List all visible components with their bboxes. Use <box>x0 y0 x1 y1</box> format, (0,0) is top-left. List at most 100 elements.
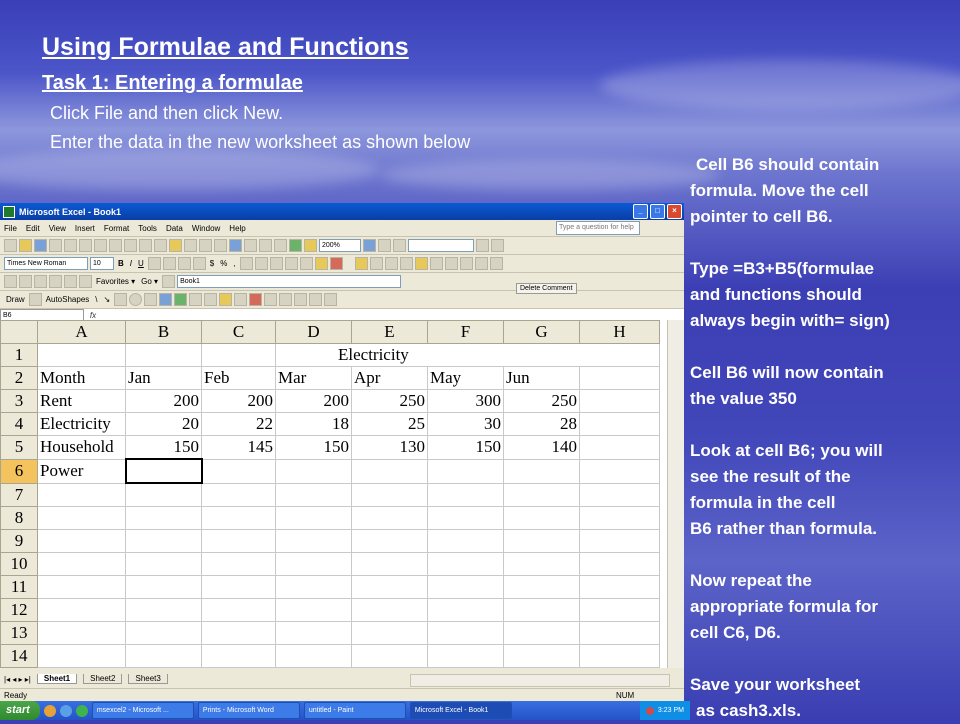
cell-h15[interactable] <box>579 667 660 668</box>
cell-d4[interactable]: 18 <box>275 412 352 436</box>
font-name-select[interactable]: Times New Roman <box>4 257 88 270</box>
cell-a4[interactable]: Electricity <box>37 412 126 436</box>
help-icon[interactable] <box>363 239 376 252</box>
show-web-toolbar-icon[interactable] <box>162 275 176 288</box>
cell-e4[interactable]: 25 <box>351 412 428 436</box>
cell-a3[interactable]: Rent <box>37 389 126 413</box>
stop-icon[interactable] <box>34 275 47 288</box>
show-all-comments-icon[interactable] <box>414 257 428 270</box>
cell-e8[interactable] <box>351 506 428 530</box>
cell-a7[interactable] <box>37 482 126 507</box>
cell-c12[interactable] <box>201 598 276 622</box>
menu-item-help[interactable]: Help <box>229 224 245 233</box>
cell-c5[interactable]: 145 <box>201 435 276 460</box>
cell-c4[interactable]: 22 <box>201 412 276 436</box>
row-header[interactable]: 5 <box>0 435 38 460</box>
cell-g14[interactable] <box>503 644 580 668</box>
row-header[interactable]: 4 <box>0 412 38 436</box>
column-header-e[interactable]: E <box>351 320 428 344</box>
line-color-draw-icon[interactable] <box>234 293 248 306</box>
close-icon[interactable]: × <box>667 204 682 219</box>
cell-c14[interactable] <box>201 644 276 668</box>
arrow-style-icon[interactable] <box>294 293 308 306</box>
start-button[interactable]: start <box>0 701 40 720</box>
dash-style-icon[interactable] <box>279 293 293 306</box>
autosum-icon[interactable] <box>244 239 257 252</box>
align-right-icon[interactable] <box>177 257 191 270</box>
email-icon[interactable] <box>64 239 77 252</box>
3d-style-icon[interactable] <box>324 293 338 306</box>
tab-scroll-icon[interactable]: |◂ ◂ ▸ ▸| <box>4 675 31 684</box>
cell-a5[interactable]: Household <box>37 435 126 460</box>
diagram-icon[interactable] <box>174 293 188 306</box>
cell-c11[interactable] <box>201 575 276 599</box>
comma-button[interactable]: , <box>231 259 237 268</box>
row-header[interactable]: 2 <box>0 366 38 390</box>
worksheet-grid[interactable]: A B C D E F G H 1 Electricity 2 Month Jan Feb Mar Apr Ma… <box>0 320 684 668</box>
cell-e14[interactable] <box>351 644 428 668</box>
cell-h6[interactable] <box>579 458 660 484</box>
zoom-select[interactable]: 200% <box>319 239 361 252</box>
cell-a15[interactable] <box>37 667 126 668</box>
spelling-icon[interactable] <box>109 239 122 252</box>
cell-b11[interactable] <box>125 575 202 599</box>
cell-g2[interactable]: Jun <box>503 366 580 390</box>
save-icon[interactable] <box>34 239 47 252</box>
cell-e15[interactable] <box>351 667 428 668</box>
column-header-c[interactable]: C <box>201 320 276 344</box>
cell-c6[interactable] <box>201 458 276 484</box>
menu-item-format[interactable]: Format <box>104 224 129 233</box>
arrow-tool-icon[interactable]: ↘ <box>102 295 113 304</box>
cell-b3[interactable]: 200 <box>125 389 202 413</box>
cell-g13[interactable] <box>503 621 580 645</box>
cell-b1[interactable] <box>125 343 202 367</box>
taskbar-item-word[interactable]: Prints - Microsoft Word <box>197 702 300 719</box>
research-icon[interactable] <box>124 239 137 252</box>
sort-descending-icon[interactable] <box>274 239 287 252</box>
print-preview-icon[interactable] <box>94 239 107 252</box>
line-style-icon[interactable] <box>393 239 406 252</box>
cell-g8[interactable] <box>503 506 580 530</box>
cell-d6[interactable] <box>275 458 352 484</box>
currency-button[interactable]: $ <box>208 259 216 268</box>
decrease-indent-icon[interactable] <box>269 257 283 270</box>
undo-icon[interactable] <box>199 239 212 252</box>
cell-c9[interactable] <box>201 529 276 553</box>
cell-e6[interactable] <box>351 458 428 484</box>
cell-f6[interactable] <box>427 458 504 484</box>
fill-color-draw-icon[interactable] <box>219 293 233 306</box>
row-header[interactable]: 13 <box>0 621 38 645</box>
taskbar-item-excel-doc[interactable]: msexcel2 - Microsoft ... <box>91 702 194 719</box>
cell-a8[interactable] <box>37 506 126 530</box>
cell-a1[interactable] <box>37 343 126 367</box>
row-header[interactable]: 12 <box>0 598 38 622</box>
menu-item-data[interactable]: Data <box>166 224 183 233</box>
cell-h7[interactable] <box>579 482 660 507</box>
textbox-tool-icon[interactable] <box>144 293 158 306</box>
cell-d13[interactable] <box>275 621 352 645</box>
cell-b4[interactable]: 20 <box>125 412 202 436</box>
go-button[interactable]: Go ▾ <box>139 277 160 286</box>
cell-f14[interactable] <box>427 644 504 668</box>
cell-d10[interactable] <box>275 552 352 576</box>
cell-f12[interactable] <box>427 598 504 622</box>
select-objects-icon[interactable] <box>28 293 42 306</box>
cell-c10[interactable] <box>201 552 276 576</box>
cell-d15[interactable] <box>275 667 352 668</box>
forward-icon[interactable] <box>19 275 32 288</box>
merge-center-icon[interactable] <box>192 257 206 270</box>
cell-g15[interactable] <box>503 667 580 668</box>
menu-item-window[interactable]: Window <box>192 224 220 233</box>
cell-f3[interactable]: 300 <box>427 389 504 413</box>
cell-g3[interactable]: 250 <box>503 389 580 413</box>
cell-h10[interactable] <box>579 552 660 576</box>
new-file-icon[interactable] <box>4 239 17 252</box>
cell-c8[interactable] <box>201 506 276 530</box>
tab-sheet3[interactable]: Sheet3 <box>128 674 168 684</box>
cell-h5[interactable] <box>579 435 660 460</box>
cell-g5[interactable]: 140 <box>503 435 580 460</box>
menu-item-insert[interactable]: Insert <box>75 224 95 233</box>
cell-g4[interactable]: 28 <box>503 412 580 436</box>
cell-d7[interactable] <box>275 482 352 507</box>
cell-e2[interactable]: Apr <box>351 366 428 390</box>
